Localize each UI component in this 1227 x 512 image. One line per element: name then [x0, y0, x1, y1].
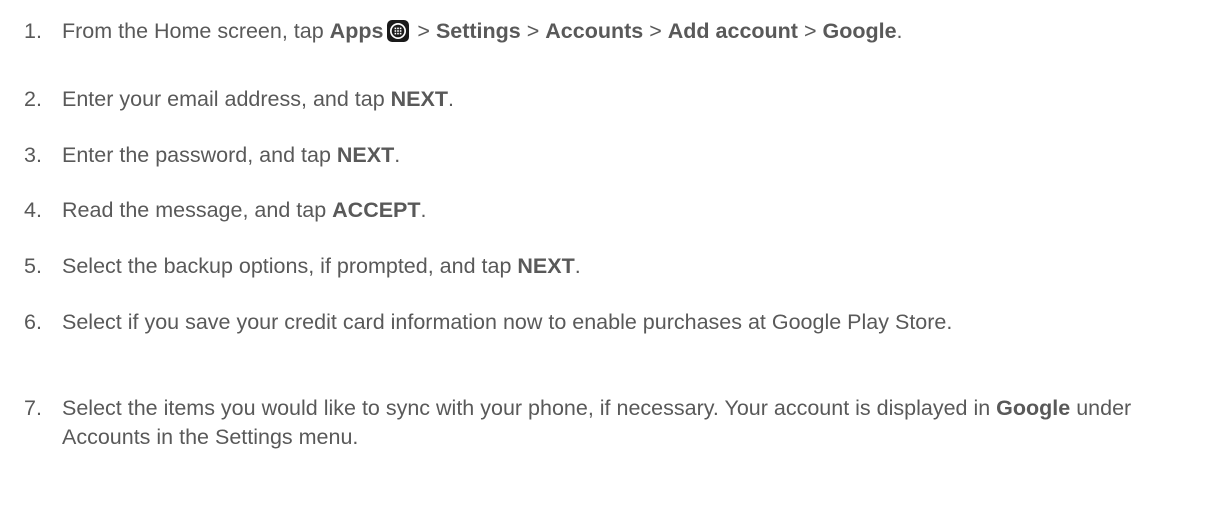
step-text-part: Read the message, and tap	[62, 198, 333, 222]
next-label: NEXT	[336, 143, 395, 167]
step-text-part: Enter your email address, and tap	[62, 87, 391, 111]
step-text: Enter your email address, and tap NEXT.	[24, 85, 1219, 114]
step-text-part: Select the backup options, if prompted, …	[62, 254, 518, 278]
step-text: Select if you save your credit card info…	[62, 310, 953, 334]
apps-grid-icon	[387, 20, 410, 42]
step-number: 4.	[24, 198, 42, 222]
step-text-part: >	[643, 19, 668, 43]
step-text-part: .	[420, 198, 427, 222]
add-account-label: Add account	[667, 19, 798, 43]
step-text-part: From the Home screen, tap	[62, 19, 330, 43]
step-number: 3.	[24, 143, 42, 167]
apps-label: Apps	[329, 19, 384, 43]
step-text-part: .	[574, 254, 581, 278]
step-text: Select the backup options, if prompted, …	[24, 252, 1219, 281]
step-6: 6. Select if you save your credit card i…	[24, 308, 1147, 337]
step-number: 2.	[24, 87, 42, 111]
step-1: 1. From the Home screen, tap Apps > Sett…	[24, 17, 1219, 46]
accept-label: ACCEPT	[332, 198, 421, 222]
step-text-part: >	[411, 19, 436, 43]
step-number: 1.	[24, 19, 42, 43]
step-text-part: .	[896, 19, 903, 43]
next-label: NEXT	[390, 87, 448, 111]
google-label: Google	[822, 19, 897, 43]
step-number: 5.	[24, 254, 42, 278]
step-text: Select the items you would like to sync …	[24, 394, 1147, 452]
step-number: 6.	[24, 310, 42, 334]
step-2: 2. Enter your email address, and tap NEX…	[24, 85, 1219, 114]
step-5: 5. Select the backup options, if prompte…	[24, 252, 1219, 281]
step-3: 3. Enter the password, and tap NEXT.	[24, 141, 1219, 170]
step-7: 7. Select the items you would like to sy…	[24, 394, 1147, 452]
step-text-part: Select the items you would like to sync …	[62, 396, 997, 420]
step-text-part: .	[448, 87, 454, 111]
step-text: From the Home screen, tap Apps > Setting…	[24, 17, 1219, 46]
step-text-part: .	[394, 143, 401, 167]
step-number: 7.	[24, 396, 42, 420]
step-text-part: >	[520, 19, 546, 43]
step-text: Read the message, and tap ACCEPT.	[24, 196, 1219, 225]
step-text: Enter the password, and tap NEXT.	[24, 141, 1219, 170]
settings-label: Settings	[435, 19, 521, 43]
google-label: Google	[996, 396, 1071, 420]
step-text-part: Enter the password, and tap	[62, 143, 337, 167]
step-4: 4. Read the message, and tap ACCEPT.	[24, 196, 1219, 225]
accounts-label: Accounts	[545, 19, 644, 43]
next-label: NEXT	[517, 254, 575, 278]
step-text-part: >	[797, 19, 823, 43]
